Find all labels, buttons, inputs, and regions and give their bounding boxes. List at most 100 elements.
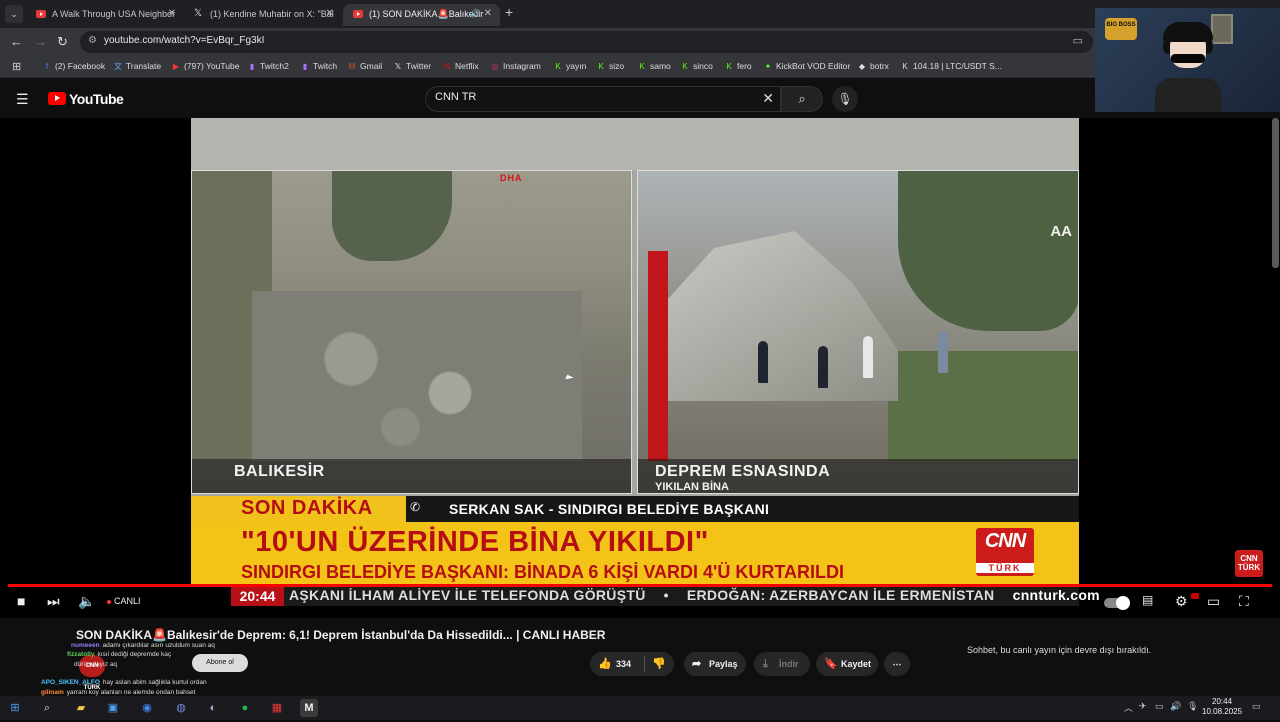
chat-message: numeeen adamı çıkardılar asırı uzuldum su…	[71, 642, 215, 650]
windows-start-icon[interactable]: ⊞	[6, 699, 24, 717]
bookmark-ltc-usdt[interactable]: K 104.18 | LTC/USDT S...	[900, 61, 1002, 71]
youtube-logo-icon[interactable]	[48, 92, 66, 105]
youtube-logo-text[interactable]: YouTube	[69, 91, 124, 107]
bookmark-yayin[interactable]: Kyayın	[553, 61, 586, 71]
bookmark-twitter[interactable]: 𝕏 Twitter	[393, 61, 431, 71]
bookmark-sizo[interactable]: Ksizo	[596, 61, 624, 71]
search-input[interactable]	[435, 91, 735, 103]
exchange-icon: K	[902, 62, 908, 71]
dha-logo: DHA	[500, 173, 523, 183]
steam-icon[interactable]: ◐	[204, 699, 222, 717]
clear-search-icon[interactable]: ✕	[762, 90, 774, 107]
progress-bar[interactable]	[8, 584, 1272, 587]
system-clock[interactable]: 20:44 10.08.2025	[1202, 697, 1242, 717]
autoplay-toggle[interactable]	[1104, 596, 1130, 610]
bookmark-facebook[interactable]: f (2) Facebook	[42, 61, 105, 71]
address-bar-row: ← → ↻ ⚙ youtube.com/watch?v=EvBqr_Fg3kI …	[0, 28, 1095, 56]
new-tab-icon[interactable]: +	[505, 4, 513, 20]
tab-walk-through-usa[interactable]: A Walk Through USA Neighbor ✕	[26, 4, 184, 26]
bookmark-instagram[interactable]: ◎ Instagram	[490, 61, 541, 71]
bookmark-translate[interactable]: 文 Translate	[113, 61, 161, 72]
speaker-icon[interactable]: 🔊	[1170, 701, 1181, 712]
chat-username[interactable]: fizzatolly	[67, 651, 94, 658]
close-icon[interactable]: ✕	[326, 4, 334, 24]
stop-icon[interactable]: ■	[17, 593, 25, 609]
windows-taskbar: ⊞ ⌕ ▰ ▣ ◉ ◍ ◐ ● ▦ M ︿ ✈ ▭ 🔊 🎙 20:44 10.0…	[0, 696, 1280, 720]
bookmark-kickbot[interactable]: ✦ KickBot VOD Editor	[763, 61, 851, 71]
voice-search-button[interactable]: 🎙	[832, 86, 858, 112]
rubble	[252, 291, 582, 461]
next-icon[interactable]: ⏭	[47, 593, 60, 610]
network-app-icon[interactable]: ✈	[1139, 701, 1147, 712]
menu-icon[interactable]: ☰	[16, 91, 29, 108]
notification-icon[interactable]: ▭	[1252, 701, 1261, 712]
forward-icon[interactable]: →	[34, 34, 47, 49]
reload-icon[interactable]: ↻	[57, 34, 68, 50]
app-m-icon[interactable]: M	[300, 699, 318, 717]
bookmark-twitch[interactable]: ▮ Twitch	[300, 61, 337, 71]
tab-kendine-muhabir[interactable]: 𝕏 (1) Kendine Muhabir on X: "Bal ✕	[184, 4, 342, 26]
chat-username[interactable]: numeeen	[71, 642, 100, 649]
volume-icon[interactable]: 🔈	[78, 593, 95, 610]
page-scrollbar[interactable]	[1272, 118, 1279, 268]
bookmark-botrx[interactable]: ◆ botrx	[857, 61, 889, 71]
chat-username[interactable]: gilinam	[41, 689, 64, 696]
like-button[interactable]: 👍 334 👎	[590, 652, 674, 676]
netflix-icon: N	[444, 62, 450, 71]
bookmark-youtube[interactable]: ▶ (797) YouTube	[171, 61, 240, 71]
translate-icon: 文	[114, 62, 122, 71]
thumbs-up-icon: 👍	[598, 658, 612, 670]
speaker-icon[interactable]: 🔊	[470, 4, 480, 24]
store-icon[interactable]: ▣	[104, 699, 122, 717]
live-label[interactable]: CANLI	[114, 596, 141, 606]
close-icon[interactable]: ✕	[484, 4, 492, 24]
site-info-icon[interactable]: ⚙	[88, 35, 97, 46]
discord-icon[interactable]: ◍	[172, 699, 190, 717]
search-icon[interactable]: ⌕	[38, 699, 56, 717]
youtube-icon	[353, 10, 363, 18]
youtube-icon	[36, 10, 46, 18]
fullscreen-icon[interactable]: ⛶	[1239, 593, 1249, 610]
x-icon: 𝕏	[194, 8, 203, 19]
download-button[interactable]: ⤓ İndir	[754, 652, 810, 676]
apps-grid-icon[interactable]: ⊞	[12, 60, 21, 73]
left-footage-panel: BALIKESİR	[191, 170, 632, 494]
microphone-icon: 🎙	[837, 92, 853, 106]
mic-icon[interactable]: 🎙	[1187, 701, 1198, 712]
settings-gear-icon[interactable]: ⚙	[1175, 593, 1188, 610]
speaker-name: SERKAN SAK - SINDIRGI BELEDİYE BAŞKANI	[449, 501, 770, 517]
bookmark-samo[interactable]: Ksamo	[637, 61, 670, 71]
spotify-icon[interactable]: ●	[236, 699, 254, 717]
video-player[interactable]: BALIKESİR DHA AA DEPREM ESNASINDA YIKILA…	[0, 118, 1280, 618]
chat-username[interactable]: APO_SIKEN_ALFO	[41, 679, 100, 686]
botrx-icon: ◆	[858, 62, 866, 71]
subtitles-icon[interactable]: ▤	[1142, 593, 1153, 607]
thumbs-down-icon[interactable]: 👎	[652, 652, 666, 676]
file-explorer-icon[interactable]: ▰	[72, 699, 90, 717]
bookmark-fero[interactable]: Kfero	[724, 61, 751, 71]
right-footage-panel: AA DEPREM ESNASINDA YIKILAN BİNA	[637, 170, 1079, 494]
kick-icon: K	[598, 62, 604, 71]
share-button[interactable]: ➦ Paylaş	[684, 652, 746, 676]
close-icon[interactable]: ✕	[168, 4, 176, 24]
save-button[interactable]: 🔖 Kaydet	[816, 652, 878, 676]
theater-mode-icon[interactable]: ▭	[1207, 593, 1220, 610]
back-icon[interactable]: ←	[10, 34, 23, 49]
person	[818, 346, 828, 388]
bookmark-netflix[interactable]: N Netflix	[442, 61, 479, 71]
tree	[332, 171, 452, 261]
search-button[interactable]: ⌕	[781, 86, 823, 112]
cast-icon[interactable]: ▭	[1073, 34, 1083, 47]
chrome-icon[interactable]: ◉	[138, 699, 156, 717]
bookmark-gmail[interactable]: M Gmail	[347, 61, 383, 71]
bookmark-twitch2[interactable]: ▮ Twitch2	[247, 61, 289, 71]
wall-frame	[1211, 14, 1233, 44]
tab-son-dakika[interactable]: (1) SON DAKİKA🚨Balıkesir 🔊 ✕	[343, 4, 500, 26]
url-field[interactable]: ⚙ youtube.com/watch?v=EvBqr_Fg3kI ▭	[80, 31, 1093, 53]
tab-search-icon[interactable]: ⌄	[5, 5, 23, 23]
obs-icon[interactable]: ▦	[268, 699, 286, 717]
more-actions-button[interactable]: ⋯	[884, 652, 910, 676]
tray-overflow-icon[interactable]: ︿	[1124, 701, 1133, 714]
wifi-icon[interactable]: ▭	[1155, 701, 1164, 712]
bookmark-sinco[interactable]: Ksinco	[680, 61, 713, 71]
